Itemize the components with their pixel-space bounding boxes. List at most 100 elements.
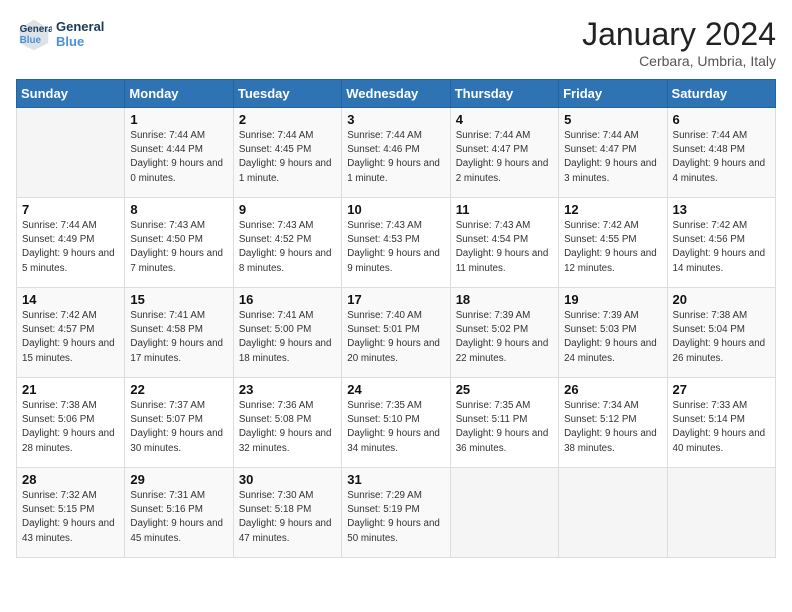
calendar-table: SundayMondayTuesdayWednesdayThursdayFrid… [16,79,776,558]
day-info: Sunrise: 7:37 AMSunset: 5:07 PMDaylight:… [130,399,227,456]
day-number: 25 [456,382,553,397]
logo: General Blue General Blue [16,16,104,52]
day-info: Sunrise: 7:34 AMSunset: 5:12 PMDaylight:… [564,399,661,456]
day-number: 6 [673,112,770,127]
day-number: 1 [130,112,227,127]
svg-text:General: General [20,24,52,35]
day-number: 4 [456,112,553,127]
page-header: General Blue General Blue January 2024 C… [16,16,776,69]
weekday-header-monday: Monday [125,80,233,108]
day-number: 12 [564,202,661,217]
day-number: 20 [673,292,770,307]
day-number: 28 [22,472,119,487]
calendar-cell: 20 Sunrise: 7:38 AMSunset: 5:04 PMDayligh… [667,288,775,378]
day-info: Sunrise: 7:43 AMSunset: 4:50 PMDaylight:… [130,219,227,276]
day-info: Sunrise: 7:38 AMSunset: 5:04 PMDaylight:… [673,309,770,366]
day-number: 15 [130,292,227,307]
weekday-header-saturday: Saturday [667,80,775,108]
calendar-cell: 10Sunrise: 7:43 AMSunset: 4:53 PMDayligh… [342,198,450,288]
weekday-header-sunday: Sunday [17,80,125,108]
day-number: 8 [130,202,227,217]
day-info: Sunrise: 7:40 AMSunset: 5:01 PMDaylight:… [347,309,444,366]
day-number: 14 [22,292,119,307]
day-info: Sunrise: 7:29 AMSunset: 5:19 PMDaylight:… [347,489,444,546]
weekday-header-row: SundayMondayTuesdayWednesdayThursdayFrid… [17,80,776,108]
calendar-cell: 7 Sunrise: 7:44 AMSunset: 4:49 PMDaylight… [17,198,125,288]
logo-icon: General Blue [16,16,52,52]
day-info: Sunrise: 7:33 AMSunset: 5:14 PMDaylight:… [673,399,770,456]
day-info: Sunrise: 7:44 AMSunset: 4:48 PMDaylight:… [673,129,770,186]
weekday-header-tuesday: Tuesday [233,80,341,108]
day-info: Sunrise: 7:36 AMSunset: 5:08 PMDaylight:… [239,399,336,456]
day-info: Sunrise: 7:38 AMSunset: 5:06 PMDaylight:… [22,399,119,456]
calendar-cell: 2Sunrise: 7:44 AMSunset: 4:45 PMDaylight… [233,108,341,198]
day-info: Sunrise: 7:44 AMSunset: 4:44 PMDaylight:… [130,129,227,186]
calendar-cell: 6 Sunrise: 7:44 AMSunset: 4:48 PMDaylight… [667,108,775,198]
day-info: Sunrise: 7:41 AMSunset: 5:00 PMDaylight:… [239,309,336,366]
calendar-cell: 17 Sunrise: 7:40 AMSunset: 5:01 PMDayligh… [342,288,450,378]
day-number: 27 [673,382,770,397]
calendar-cell: 23 Sunrise: 7:36 AMSunset: 5:08 PMDayligh… [233,378,341,468]
calendar-cell: 24 Sunrise: 7:35 AMSunset: 5:10 PMDayligh… [342,378,450,468]
calendar-cell [667,468,775,558]
day-number: 23 [239,382,336,397]
day-number: 19 [564,292,661,307]
calendar-cell: 5 Sunrise: 7:44 AMSunset: 4:47 PMDaylight… [559,108,667,198]
calendar-cell: 9 Sunrise: 7:43 AMSunset: 4:52 PMDaylight… [233,198,341,288]
calendar-cell: 15 Sunrise: 7:41 AMSunset: 4:58 PMDayligh… [125,288,233,378]
calendar-cell [450,468,558,558]
logo-blue: Blue [56,34,104,49]
calendar-cell: 31 Sunrise: 7:29 AMSunset: 5:19 PMDayligh… [342,468,450,558]
calendar-cell: 3Sunrise: 7:44 AMSunset: 4:46 PMDaylight… [342,108,450,198]
day-info: Sunrise: 7:35 AMSunset: 5:11 PMDaylight:… [456,399,553,456]
title-block: January 2024 Cerbara, Umbria, Italy [582,16,776,69]
calendar-cell: 8 Sunrise: 7:43 AMSunset: 4:50 PMDaylight… [125,198,233,288]
calendar-cell: 28 Sunrise: 7:32 AMSunset: 5:15 PMDayligh… [17,468,125,558]
day-number: 29 [130,472,227,487]
day-info: Sunrise: 7:41 AMSunset: 4:58 PMDaylight:… [130,309,227,366]
day-info: Sunrise: 7:31 AMSunset: 5:16 PMDaylight:… [130,489,227,546]
calendar-cell: 25 Sunrise: 7:35 AMSunset: 5:11 PMDayligh… [450,378,558,468]
weekday-header-friday: Friday [559,80,667,108]
day-number: 5 [564,112,661,127]
svg-text:Blue: Blue [20,35,42,46]
day-info: Sunrise: 7:44 AMSunset: 4:49 PMDaylight:… [22,219,119,276]
day-info: Sunrise: 7:32 AMSunset: 5:15 PMDaylight:… [22,489,119,546]
calendar-cell: 4 Sunrise: 7:44 AMSunset: 4:47 PMDaylight… [450,108,558,198]
day-info: Sunrise: 7:42 AMSunset: 4:56 PMDaylight:… [673,219,770,276]
day-number: 26 [564,382,661,397]
calendar-cell: 26 Sunrise: 7:34 AMSunset: 5:12 PMDayligh… [559,378,667,468]
day-info: Sunrise: 7:43 AMSunset: 4:54 PMDaylight:… [456,219,553,276]
day-number: 22 [130,382,227,397]
day-number: 18 [456,292,553,307]
calendar-cell: 16 Sunrise: 7:41 AMSunset: 5:00 PMDayligh… [233,288,341,378]
day-info: Sunrise: 7:43 AMSunset: 4:52 PMDaylight:… [239,219,336,276]
calendar-cell: 30Sunrise: 7:30 AMSunset: 5:18 PMDayligh… [233,468,341,558]
location: Cerbara, Umbria, Italy [582,53,776,69]
day-number: 7 [22,202,119,217]
day-number: 9 [239,202,336,217]
day-number: 10 [347,202,444,217]
day-number: 21 [22,382,119,397]
day-info: Sunrise: 7:44 AMSunset: 4:47 PMDaylight:… [456,129,553,186]
calendar-week-row: 14Sunrise: 7:42 AMSunset: 4:57 PMDayligh… [17,288,776,378]
calendar-cell: 18Sunrise: 7:39 AMSunset: 5:02 PMDayligh… [450,288,558,378]
calendar-cell [559,468,667,558]
day-info: Sunrise: 7:39 AMSunset: 5:03 PMDaylight:… [564,309,661,366]
day-info: Sunrise: 7:30 AMSunset: 5:18 PMDaylight:… [239,489,336,546]
calendar-cell: 27 Sunrise: 7:33 AMSunset: 5:14 PMDayligh… [667,378,775,468]
weekday-header-thursday: Thursday [450,80,558,108]
calendar-cell [17,108,125,198]
calendar-week-row: 1 Sunrise: 7:44 AMSunset: 4:44 PMDaylight… [17,108,776,198]
day-number: 31 [347,472,444,487]
day-info: Sunrise: 7:44 AMSunset: 4:47 PMDaylight:… [564,129,661,186]
calendar-cell: 21 Sunrise: 7:38 AMSunset: 5:06 PMDayligh… [17,378,125,468]
day-number: 24 [347,382,444,397]
month-title: January 2024 [582,16,776,53]
calendar-cell: 12Sunrise: 7:42 AMSunset: 4:55 PMDayligh… [559,198,667,288]
calendar-cell: 11Sunrise: 7:43 AMSunset: 4:54 PMDayligh… [450,198,558,288]
day-info: Sunrise: 7:35 AMSunset: 5:10 PMDaylight:… [347,399,444,456]
day-number: 17 [347,292,444,307]
calendar-cell: 22 Sunrise: 7:37 AMSunset: 5:07 PMDayligh… [125,378,233,468]
day-number: 16 [239,292,336,307]
